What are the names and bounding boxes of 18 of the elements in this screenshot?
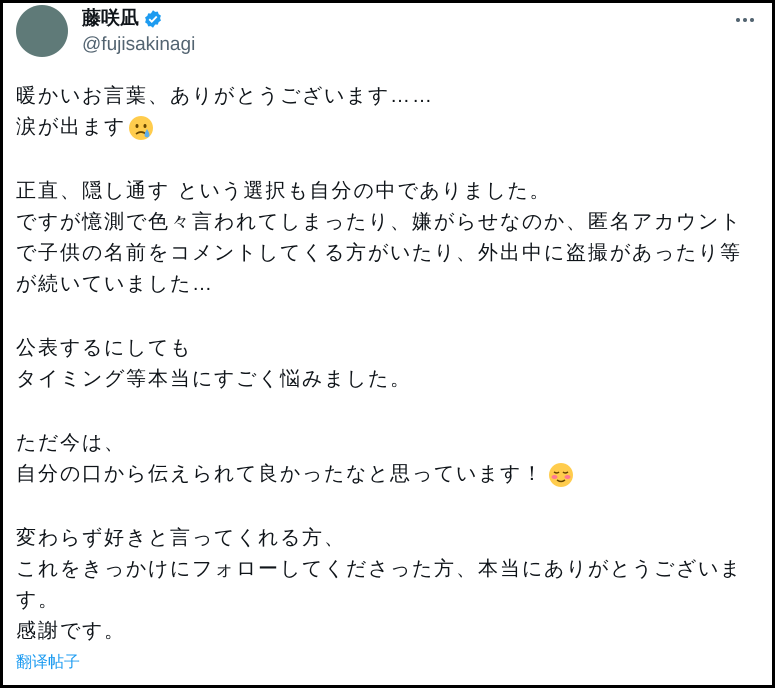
post-text-line: タイミング等本当にすごく悩みました。 (16, 367, 412, 392)
post-text-line: 変わらず好きと言ってくれる方、 (16, 526, 346, 551)
post-text-line: 自分の口から伝えられて良かったなと思っています！ (16, 462, 544, 487)
post-text-line: 正直、隠し通す という選択も自分の中でありました。 (16, 179, 552, 204)
author-handle[interactable]: @fujisakinagi (82, 33, 196, 57)
author-name[interactable]: 藤咲凪 (82, 4, 139, 34)
post-text-line: で子供の名前をコメントしてくる方がいたり、外出中に盗撮があったり等 (16, 241, 742, 266)
post-text-line: 公表するにしても (16, 336, 192, 361)
more-options-icon[interactable] (735, 17, 755, 23)
post-text-line: す。 (16, 588, 60, 613)
post-text-line: 暖かいお言葉、ありがとうございます…… (16, 84, 434, 109)
post-text-line: 涙が出ます (16, 115, 126, 140)
post-text-line: ですが憶測で色々言われてしまったり、嫌がらせなのか、匿名アカウント (16, 210, 742, 235)
post-text-line: 感謝です。 (16, 619, 126, 644)
post-text-line: ただ今は、 (16, 431, 126, 456)
post-text-line: が続いていました… (16, 272, 214, 297)
avatar[interactable] (16, 5, 68, 57)
post-text-line: これをきっかけにフォローしてくださった方、本当にありがとうございま (16, 557, 742, 582)
